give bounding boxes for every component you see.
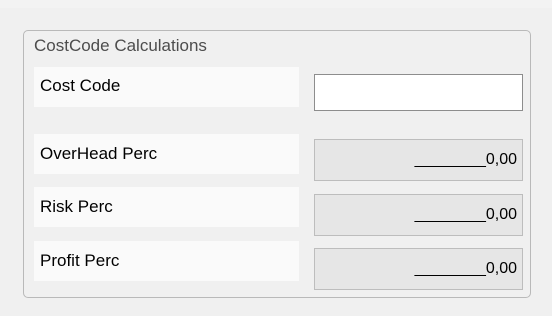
profit-perc-label: Profit Perc xyxy=(40,251,120,270)
overhead-perc-label: OverHead Perc xyxy=(40,144,158,163)
overhead-perc-label-box: OverHead Perc xyxy=(34,134,299,174)
window-top-strip xyxy=(0,0,552,8)
risk-perc-label-box: Risk Perc xyxy=(34,187,299,227)
cost-code-label: Cost Code xyxy=(40,76,121,95)
risk-perc-field[interactable]: ________0,00 xyxy=(314,194,523,236)
cost-code-input[interactable] xyxy=(314,74,523,111)
cost-code-label-box: Cost Code xyxy=(34,67,299,107)
overhead-perc-field[interactable]: ________0,00 xyxy=(314,139,523,181)
risk-perc-label: Risk Perc xyxy=(40,197,113,216)
profit-perc-field[interactable]: ________0,00 xyxy=(314,248,523,290)
group-title: CostCode Calculations xyxy=(34,36,207,55)
costcode-calculations-group: CostCode Calculations Cost Code OverHead… xyxy=(23,30,531,298)
profit-perc-label-box: Profit Perc xyxy=(34,241,299,281)
